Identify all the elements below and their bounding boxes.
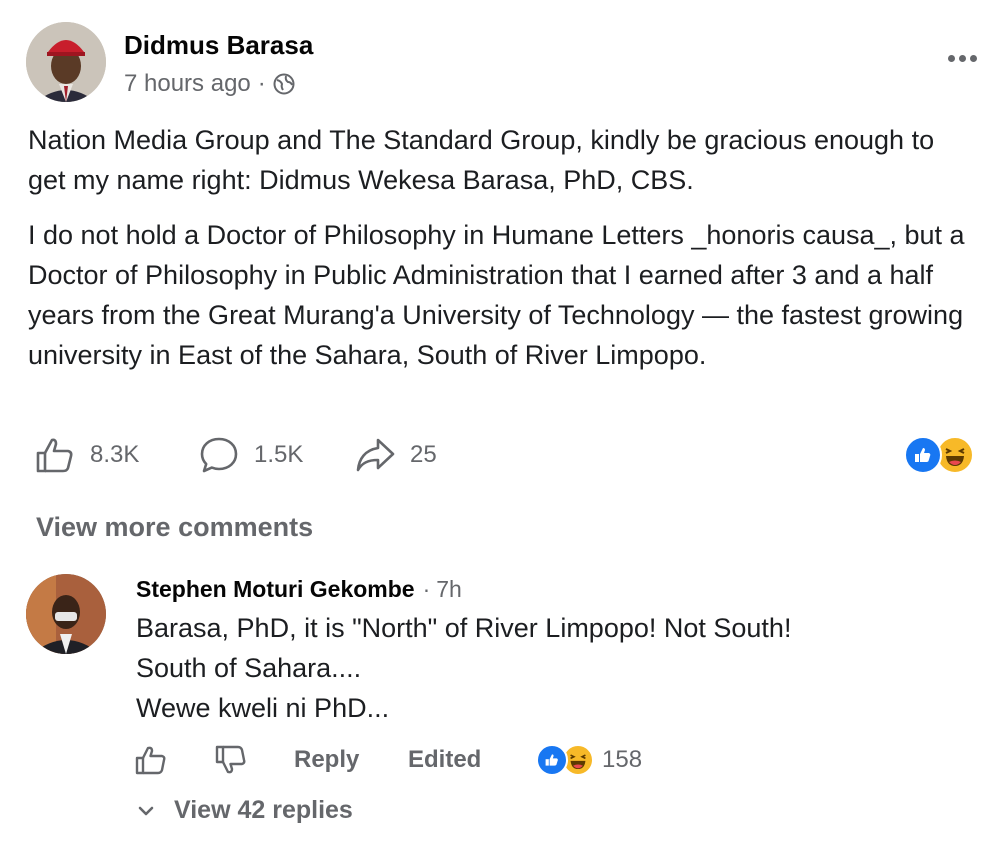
post-paragraph: Nation Media Group and The Standard Grou…: [28, 125, 935, 195]
view-replies-link[interactable]: View 42 replies: [136, 796, 353, 825]
comment-reply-button[interactable]: Reply: [294, 738, 359, 782]
post-time[interactable]: 7 hours ago: [124, 70, 251, 98]
post-header: Didmus Barasa 7 hours ago ·: [26, 22, 986, 104]
view-more-comments-link[interactable]: View more comments: [36, 512, 313, 543]
more-options-icon[interactable]: [938, 44, 986, 72]
comment-author-name[interactable]: Stephen Moturi Gekombe: [136, 576, 415, 603]
commenter-avatar[interactable]: [26, 574, 106, 654]
post-paragraph: I do not hold a Doctor of Philosophy in …: [28, 220, 965, 370]
post-action-bar: 8.3K 1.5K 25: [34, 432, 978, 478]
comment-reactions[interactable]: 158: [536, 742, 642, 778]
view-replies-label: View 42 replies: [174, 796, 353, 824]
like-reaction-icon: [536, 744, 568, 776]
comment-edited-label: Edited: [408, 746, 482, 773]
dislike-icon: [215, 745, 246, 774]
like-icon: [36, 438, 73, 473]
comment-action-bar: Reply Edited 158: [134, 738, 734, 782]
comment-reaction-count: 158: [602, 746, 643, 773]
share-count: 25: [410, 441, 437, 468]
comment-dislike-button[interactable]: [214, 738, 248, 782]
comment-time[interactable]: 7h: [436, 576, 462, 603]
like-icon: [135, 746, 166, 775]
comment-text: Barasa, PhD, it is "North" of River Limp…: [136, 613, 792, 723]
comment-separator: ·: [422, 576, 431, 602]
post-meta: 7 hours ago ·: [124, 70, 295, 98]
author-avatar[interactable]: [26, 22, 106, 102]
post-reactions[interactable]: [904, 436, 978, 474]
comment-like-button[interactable]: [134, 738, 168, 782]
share-icon: [356, 438, 395, 472]
chevron-down-icon: [138, 806, 154, 815]
comment-icon: [200, 437, 238, 473]
post-author-name[interactable]: Didmus Barasa: [124, 30, 313, 61]
globe-icon: [273, 73, 295, 95]
comment-count: 1.5K: [254, 441, 304, 468]
like-reaction-icon: [904, 436, 942, 474]
like-button[interactable]: 8.3K: [34, 432, 139, 478]
meta-separator: ·: [257, 70, 266, 97]
comment-button[interactable]: 1.5K: [198, 432, 303, 478]
like-count: 8.3K: [90, 441, 140, 468]
post-text: Nation Media Group and The Standard Grou…: [28, 120, 978, 390]
share-button[interactable]: 25: [354, 432, 437, 478]
comment-header: Stephen Moturi Gekombe · 7h: [136, 576, 462, 603]
